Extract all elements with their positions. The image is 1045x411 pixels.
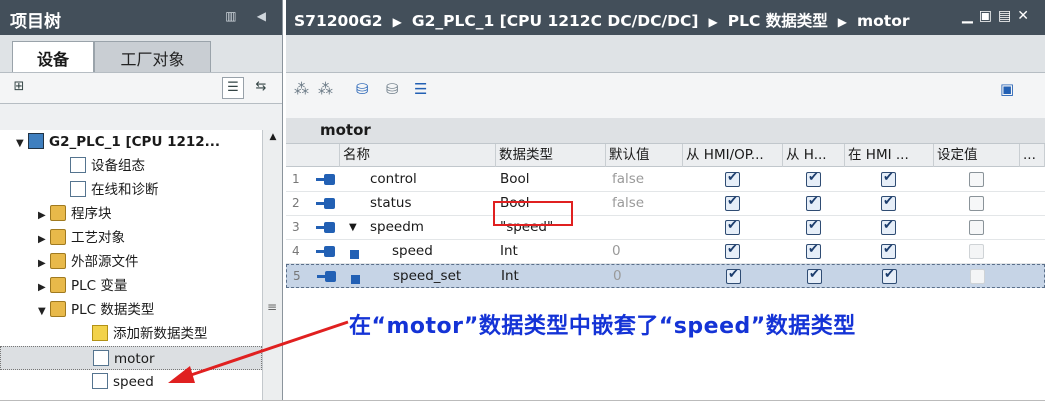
annotation-arrow — [168, 320, 349, 383]
bottom-border — [0, 400, 1045, 411]
